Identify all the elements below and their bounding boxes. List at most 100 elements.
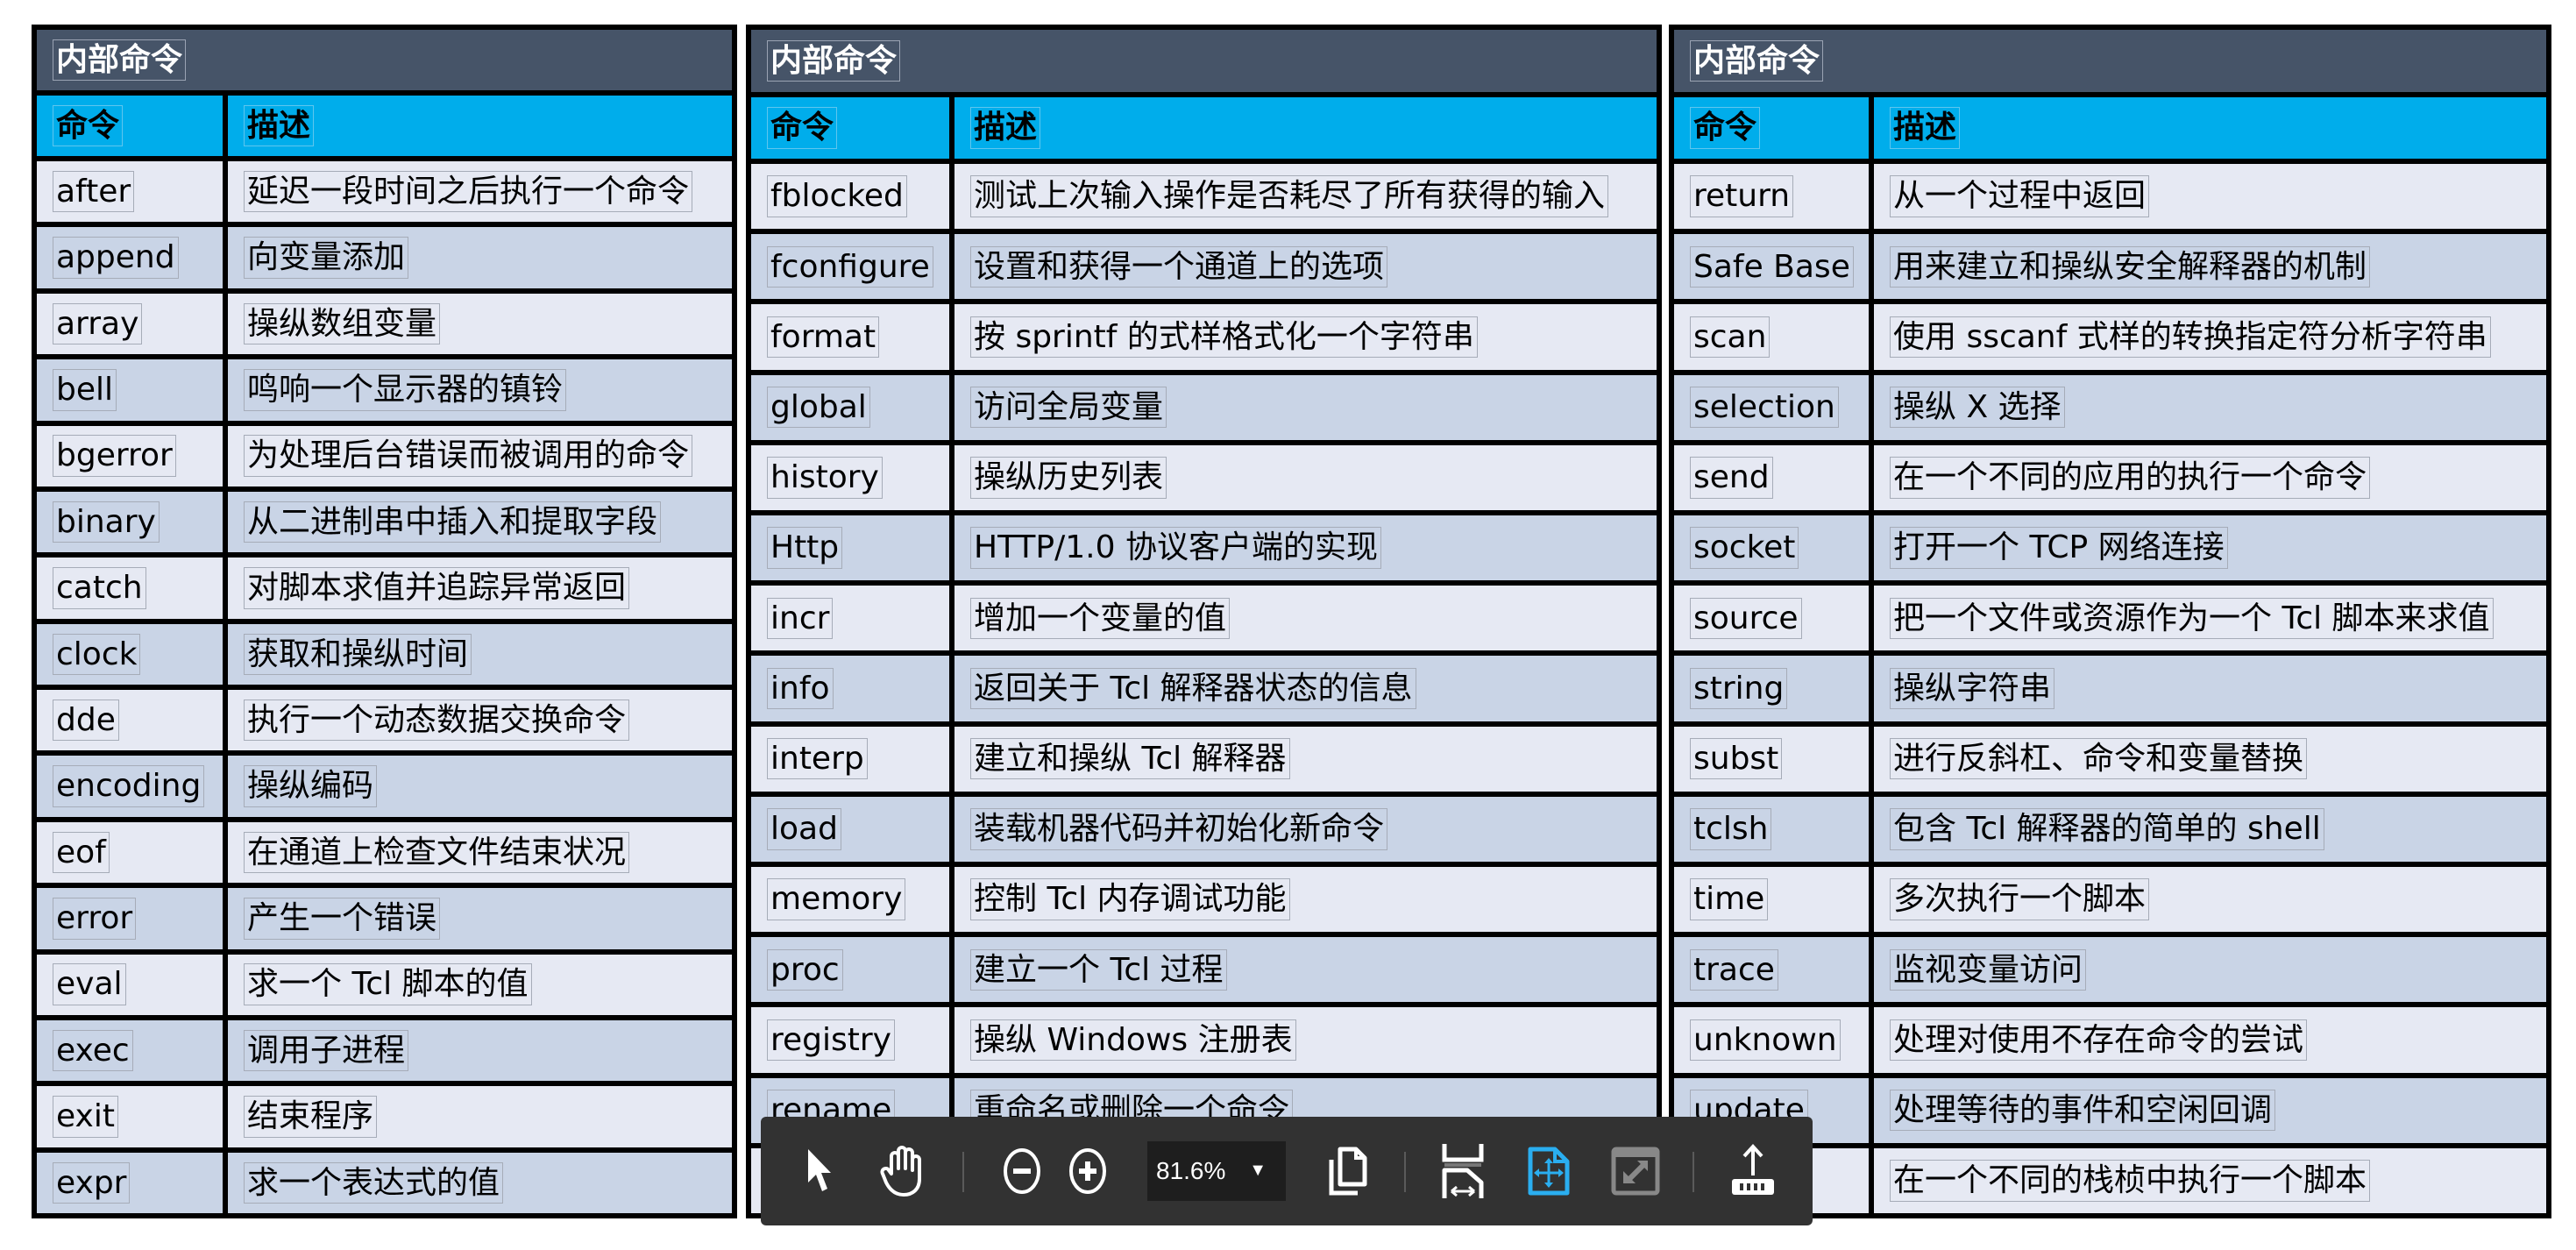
export-button[interactable] <box>1728 1117 1778 1225</box>
select-tool-button[interactable] <box>801 1117 836 1225</box>
command-name: proc <box>767 948 843 991</box>
description-cell: 获取和操纵时间 <box>228 624 732 685</box>
command-name: eval <box>53 963 126 1005</box>
header-command-cell: 命令 <box>751 97 954 159</box>
description-cell: 访问全局变量 <box>954 375 1657 440</box>
table-row: array 操纵数组变量 <box>37 293 732 355</box>
description-cell: 在一个不同的应用的执行一个命令 <box>1874 445 2546 510</box>
command-name: scan <box>1690 316 1771 359</box>
command-name: bell <box>53 369 117 411</box>
command-description: 求一个表达式的值 <box>244 1161 504 1204</box>
header-description: 描述 <box>970 107 1041 149</box>
table-row: Http HTTP/1.0 协议客户端的实现 <box>751 515 1657 581</box>
description-cell: 监视变量访问 <box>1874 937 2546 1002</box>
header-command: 命令 <box>1690 107 1761 149</box>
command-name: append <box>53 237 179 279</box>
command-name: array <box>53 302 143 345</box>
description-cell: HTTP/1.0 协议客户端的实现 <box>954 515 1657 580</box>
command-description: 向变量添加 <box>244 237 409 279</box>
viewer-toolbar: 81.6% ▼ <box>761 1117 1813 1225</box>
table-body: after 延迟一段时间之后执行一个命令 append 向变量添加 array 操纵数组变… <box>37 161 732 1213</box>
description-cell: 装载机器代码并初始化新命令 <box>954 797 1657 862</box>
command-description: 执行一个动态数据交换命令 <box>244 699 630 742</box>
command-name: after <box>53 170 135 213</box>
command-name: bgerror <box>53 435 176 477</box>
command-description: 从二进制串中插入和提取字段 <box>244 501 662 543</box>
table-row: interp 建立和操纵 Tcl 解释器 <box>751 726 1657 792</box>
command-cell: send <box>1674 444 1874 511</box>
description-cell: 为处理后台错误而被调用的命令 <box>228 426 732 487</box>
table-body: fblocked 测试上次输入操作是否耗尽了所有获得的输入 fconfigure 设置… <box>751 164 1657 1214</box>
table-title: 内部命令 <box>1690 39 1824 82</box>
caret-down-icon[interactable]: ▼ <box>1249 1161 1267 1181</box>
table-row: return 从一个过程中返回 <box>1674 164 2546 230</box>
command-name: load <box>767 808 841 850</box>
command-description: 使用 sscanf 式样的转换指定符分析字符串 <box>1890 316 2491 359</box>
command-description: 访问全局变量 <box>970 387 1167 429</box>
command-cell: fblocked <box>751 164 954 230</box>
command-table-1: 内部命令 命令 描述 after 延迟一段时间之后执行一个命令 append 向变量添… <box>32 25 737 1218</box>
command-description: 设置和获得一个通道上的选项 <box>970 245 1388 288</box>
command-cell: subst <box>1674 726 1874 792</box>
command-name: exit <box>53 1096 118 1138</box>
command-description: 获取和操纵时间 <box>244 633 472 675</box>
description-cell: 操纵历史列表 <box>954 445 1657 510</box>
table-row: exit 结束程序 <box>37 1086 732 1147</box>
command-name: clock <box>53 633 141 675</box>
command-description: 操纵 Windows 注册表 <box>970 1019 1296 1062</box>
command-name: catch <box>53 567 146 609</box>
command-name: memory <box>767 878 906 920</box>
command-name: registry <box>767 1019 895 1062</box>
table-row: encoding 操纵编码 <box>37 756 732 817</box>
command-description: 在通道上检查文件结束状况 <box>244 831 630 874</box>
hand-tool-button[interactable] <box>879 1117 928 1225</box>
command-name: selection <box>1690 387 1839 429</box>
command-cell: source <box>1674 586 1874 651</box>
table-row: send 在一个不同的应用的执行一个命令 <box>1674 444 2546 511</box>
command-description: 操纵数组变量 <box>244 302 441 345</box>
zoom-out-button[interactable] <box>1002 1117 1042 1225</box>
toolbar-separator <box>962 1152 964 1192</box>
command-description: 控制 Tcl 内存调试功能 <box>970 878 1290 920</box>
table-row: error 产生一个错误 <box>37 888 732 949</box>
zoom-in-button[interactable] <box>1068 1117 1108 1225</box>
pointer-icon <box>808 1149 831 1191</box>
command-description: 在一个不同的栈桢中执行一个脚本 <box>1890 1160 2371 1202</box>
command-table-2: 内部命令 命令 描述 fblocked 测试上次输入操作是否耗尽了所有获得的输入 f… <box>746 25 1662 1218</box>
command-cell: registry <box>751 1007 954 1073</box>
command-cell: selection <box>1674 374 1874 440</box>
page-view-button[interactable] <box>1326 1117 1370 1225</box>
command-cell: dde <box>37 690 228 751</box>
fit-width-button[interactable] <box>1441 1117 1485 1225</box>
command-description: 为处理后台错误而被调用的命令 <box>244 435 693 477</box>
command-name: dde <box>53 699 119 742</box>
table-row: time 多次执行一个脚本 <box>1674 867 2546 933</box>
command-name: incr <box>767 597 834 640</box>
command-cell: exit <box>37 1086 228 1147</box>
header-command-cell: 命令 <box>37 96 228 156</box>
table-body: return 从一个过程中返回 Safe Base 用来建立和操纵安全解释器的机制 sc… <box>1674 164 2546 1214</box>
description-cell: 操纵 X 选择 <box>1874 375 2546 440</box>
command-description: 增加一个变量的值 <box>970 597 1231 640</box>
table-row: after 延迟一段时间之后执行一个命令 <box>37 161 732 223</box>
fit-page-button[interactable] <box>1527 1117 1571 1225</box>
description-cell: 用来建立和操纵安全解释器的机制 <box>1874 234 2546 299</box>
command-name: global <box>767 387 870 429</box>
description-cell: 操纵字符串 <box>1874 656 2546 721</box>
table-row: expr 求一个表达式的值 <box>37 1152 732 1213</box>
fit-page-icon <box>1528 1147 1570 1196</box>
command-description: 返回关于 Tcl 解释器状态的信息 <box>970 667 1416 710</box>
table-header-row: 命令 描述 <box>751 97 1657 164</box>
command-description: 包含 Tcl 解释器的简单的 shell <box>1890 808 2324 850</box>
zoom-level-select[interactable]: 81.6% ▼ <box>1147 1141 1286 1201</box>
command-description: HTTP/1.0 协议客户端的实现 <box>970 527 1381 569</box>
fullscreen-button[interactable] <box>1611 1117 1660 1225</box>
command-description: 鸣响一个显示器的镇铃 <box>244 369 567 411</box>
command-description: 在一个不同的应用的执行一个命令 <box>1890 457 2371 499</box>
header-description-cell: 描述 <box>954 97 1657 159</box>
command-name: expr <box>53 1161 131 1204</box>
zoom-level-value: 81.6% <box>1156 1157 1226 1184</box>
table-row: catch 对脚本求值并追踪异常返回 <box>37 558 732 619</box>
table-row: trace 监视变量访问 <box>1674 937 2546 1003</box>
command-description: 建立一个 Tcl 过程 <box>970 948 1227 991</box>
